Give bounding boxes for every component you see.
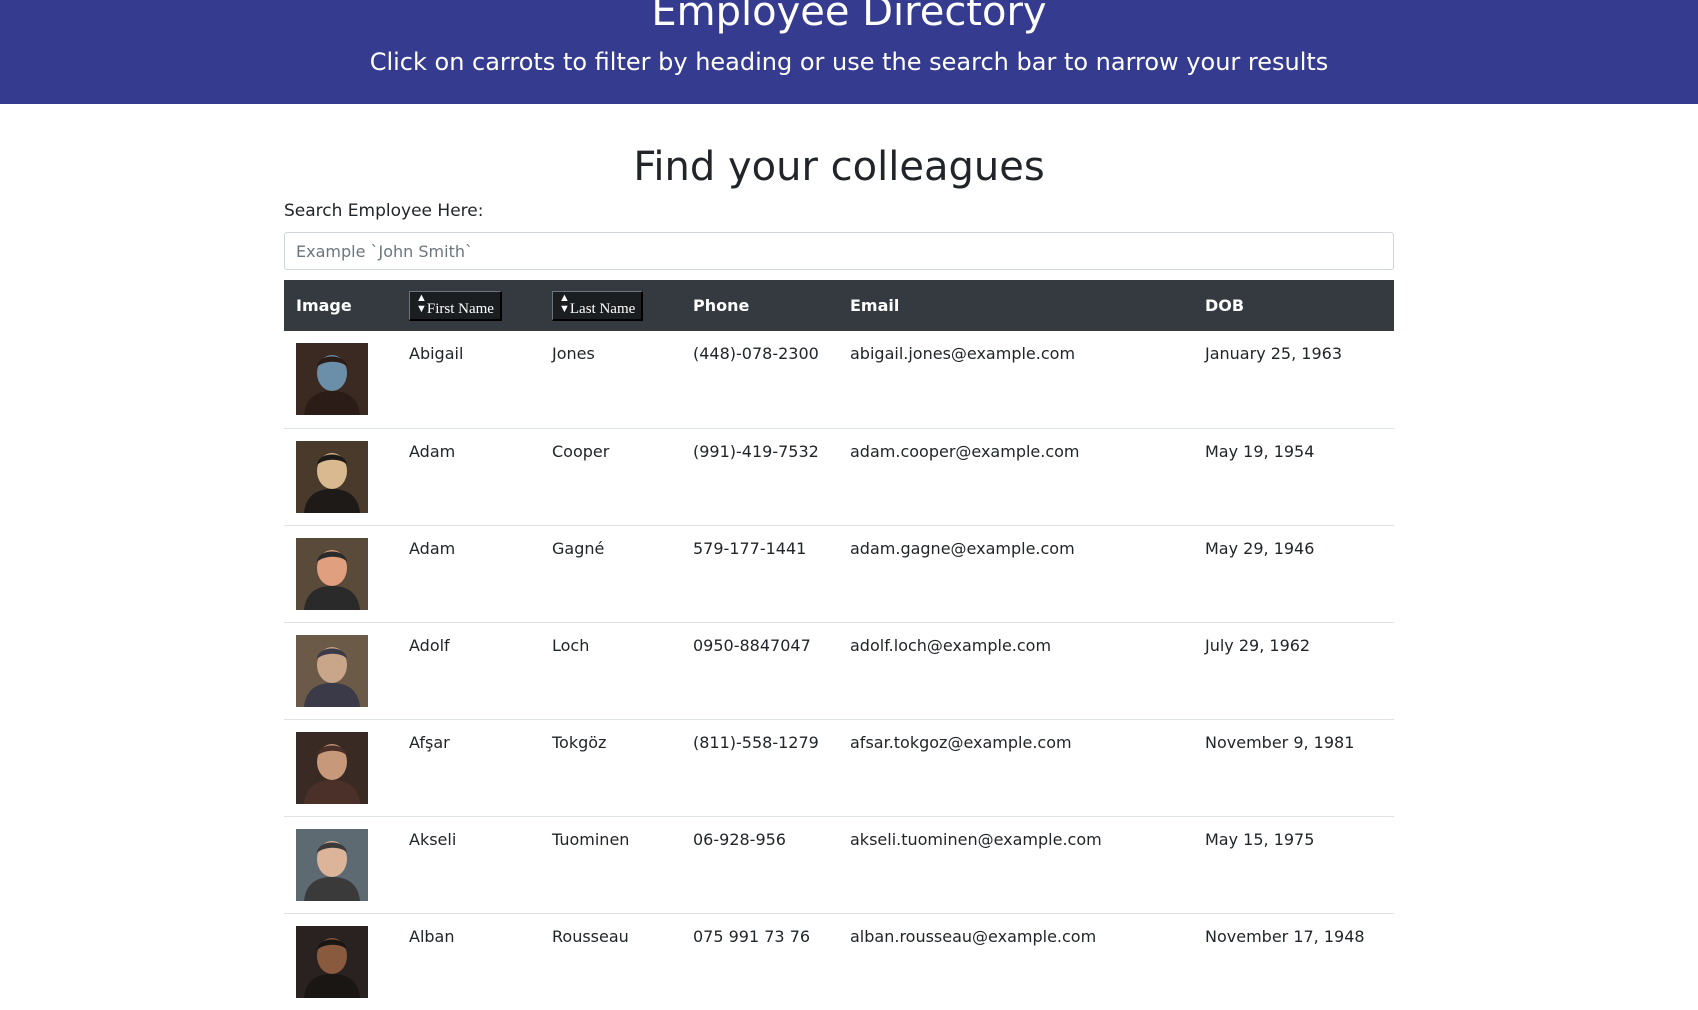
- sort-first-name-label: First Name: [426, 300, 494, 317]
- cell-dob: November 9, 1981: [1205, 732, 1355, 752]
- cell-email: afsar.tokgoz@example.com: [850, 732, 1072, 752]
- app-title: Employee Directory: [651, 0, 1047, 35]
- cell-dob: May 29, 1946: [1205, 538, 1315, 558]
- avatar: [296, 925, 368, 998]
- cell-first-name: Afşar: [409, 732, 450, 752]
- column-header-dob: DOB: [1205, 296, 1245, 315]
- cell-last-name: Tuominen: [552, 829, 630, 849]
- cell-image: [284, 525, 397, 622]
- cell-image: [284, 428, 397, 525]
- cell-last-name: Rousseau: [552, 926, 629, 946]
- sort-first-name-button[interactable]: ▲ ▼First Name: [409, 290, 502, 321]
- cell-first-name: Abigail: [409, 344, 464, 363]
- cell-last-name: Gagné: [552, 538, 605, 558]
- column-header-phone: Phone: [693, 296, 750, 315]
- cell-image: [284, 622, 397, 719]
- page-title: Find your colleagues: [633, 144, 1045, 190]
- cell-image: [284, 913, 397, 1010]
- avatar: [296, 537, 368, 610]
- cell-email: adam.cooper@example.com: [850, 441, 1080, 461]
- cell-image: [284, 816, 397, 913]
- cell-last-name: Loch: [552, 635, 590, 655]
- cell-phone: (448)-078-2300: [693, 344, 819, 363]
- cell-email: alban.rousseau@example.com: [850, 926, 1097, 946]
- employee-table: Image ▲ ▼First Name ▲ ▼Last Name Phone Ema…: [284, 280, 1394, 1010]
- column-header-last-name: ▲ ▼Last Name: [540, 280, 681, 331]
- cell-phone: 06-928-956: [693, 829, 786, 849]
- sort-last-name-label: Last Name: [569, 300, 636, 317]
- sort-last-name-button[interactable]: ▲ ▼Last Name: [552, 290, 644, 321]
- cell-first-name: Alban: [409, 926, 455, 946]
- table-header-row: Image ▲ ▼First Name ▲ ▼Last Name Phone Ema…: [284, 280, 1394, 331]
- avatar: [296, 828, 368, 901]
- column-header-email: Email: [850, 296, 900, 315]
- search-label: Search Employee Here:: [284, 201, 484, 221]
- cell-dob: July 29, 1962: [1205, 635, 1311, 655]
- app-subtitle: Click on carrots to filter by heading or…: [369, 48, 1329, 76]
- table-row: Abigail Jones (448)-078-2300 abigail.jones@…: [284, 331, 1394, 428]
- table-row: Adolf Loch 0950-8847047 adolf.loch@example.…: [284, 622, 1394, 719]
- cell-email: akseli.tuominen@example.com: [850, 829, 1102, 849]
- cell-email: adolf.loch@example.com: [850, 635, 1052, 655]
- sort-up-down-icon: ▲ ▼: [416, 291, 427, 315]
- cell-first-name: Adolf: [409, 635, 450, 655]
- table-row: Afşar Tokgöz (811)-558-1279 afsar.tokgoz@ex…: [284, 719, 1394, 816]
- cell-last-name: Tokgöz: [552, 732, 607, 752]
- cell-dob: May 19, 1954: [1205, 441, 1315, 461]
- avatar: [296, 440, 368, 513]
- cell-last-name: Jones: [552, 344, 595, 363]
- search-input[interactable]: [284, 232, 1394, 270]
- cell-phone: 075 991 73 76: [693, 926, 811, 946]
- cell-first-name: Adam: [409, 538, 456, 558]
- cell-image: [284, 719, 397, 816]
- cell-phone: 579-177-1441: [693, 538, 807, 558]
- cell-dob: January 25, 1963: [1205, 344, 1342, 363]
- cell-phone: 0950-8847047: [693, 635, 811, 655]
- cell-image: [284, 331, 397, 428]
- cell-phone: (811)-558-1279: [693, 732, 819, 752]
- cell-first-name: Adam: [409, 441, 456, 461]
- cell-dob: May 15, 1975: [1205, 829, 1315, 849]
- column-header-image: Image: [296, 296, 352, 315]
- table-row: Adam Cooper (991)-419-7532 adam.cooper@exam…: [284, 428, 1394, 525]
- sort-up-down-icon: ▲ ▼: [559, 291, 570, 315]
- cell-last-name: Cooper: [552, 441, 610, 461]
- table-row: Adam Gagné 579-177-1441 adam.gagne@example.…: [284, 525, 1394, 622]
- table-row: Akseli Tuominen 06-928-956 akseli.tuominen@…: [284, 816, 1394, 913]
- column-header-first-name: ▲ ▼First Name: [397, 280, 540, 331]
- page-header: Employee Directory Click on carrots to f…: [0, 0, 1698, 104]
- cell-email: adam.gagne@example.com: [850, 538, 1075, 558]
- cell-first-name: Akseli: [409, 829, 457, 849]
- cell-email: abigail.jones@example.com: [850, 344, 1076, 363]
- cell-phone: (991)-419-7532: [693, 441, 819, 461]
- avatar: [296, 343, 368, 415]
- cell-dob: November 17, 1948: [1205, 926, 1365, 946]
- table-row: Alban Rousseau 075 991 73 76 alban.rousseau…: [284, 913, 1394, 1010]
- avatar: [296, 634, 368, 707]
- avatar: [296, 731, 368, 804]
